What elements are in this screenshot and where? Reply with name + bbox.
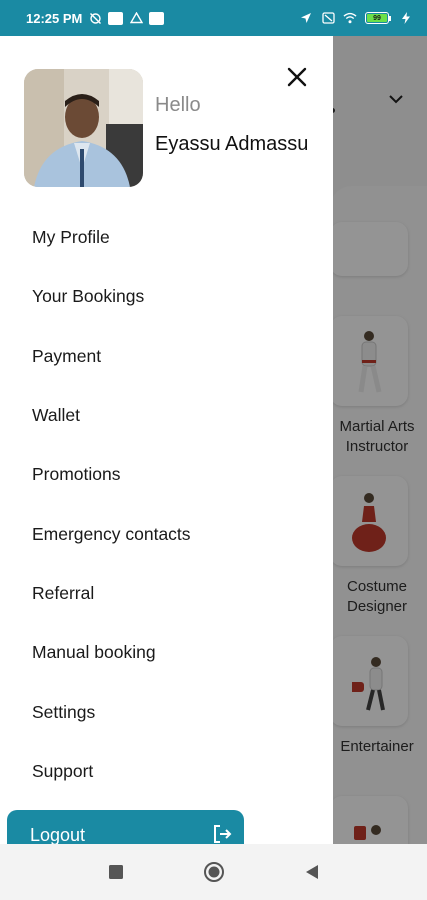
status-bar: 12:25 PM 99 [0,0,427,36]
battery-level: 99 [367,14,387,22]
notification-app-icon [149,11,165,25]
logout-icon [214,825,232,843]
battery-icon: 99 [365,12,391,24]
menu-item-emergency-contacts[interactable]: Emergency contacts [0,504,333,563]
location-arrow-icon [299,11,313,25]
system-navigation-bar [0,844,427,900]
menu-item-settings[interactable]: Settings [0,682,333,741]
drive-icon [129,11,143,25]
profile-photo [24,69,143,187]
menu-item-support[interactable]: Support [0,742,333,801]
menu-item-my-profile[interactable]: My Profile [0,208,333,267]
menu-item-manual-booking[interactable]: Manual booking [0,623,333,682]
back-triangle-icon [305,865,318,879]
close-icon [287,67,307,87]
status-time: 12:25 PM [26,10,83,26]
sync-off-icon [88,11,102,25]
close-button[interactable] [282,62,312,92]
charging-icon [399,11,413,25]
menu-item-payment[interactable]: Payment [0,327,333,386]
home-circle-icon [203,862,224,882]
menu-item-wallet[interactable]: Wallet [0,386,333,445]
navigation-drawer: Hello Eyassu Admassu My Profile Your Boo… [0,36,333,844]
user-name: Eyassu Admassu [155,133,309,155]
menu-item-your-bookings[interactable]: Your Bookings [0,267,333,326]
wifi-icon [343,11,357,25]
home-button[interactable] [200,858,228,886]
notification-app-icon [108,11,124,25]
greeting-text: Hello [155,94,201,116]
sim-icon [321,11,335,25]
logout-button[interactable]: Logout [7,810,244,844]
recents-button[interactable] [102,858,130,886]
drawer-menu: My Profile Your Bookings Payment Wallet … [0,208,333,801]
avatar[interactable] [24,69,143,187]
back-button[interactable] [298,858,326,886]
menu-item-promotions[interactable]: Promotions [0,445,333,504]
menu-item-referral[interactable]: Referral [0,564,333,623]
recents-square-icon [108,865,123,879]
logout-label: Logout [30,824,86,845]
